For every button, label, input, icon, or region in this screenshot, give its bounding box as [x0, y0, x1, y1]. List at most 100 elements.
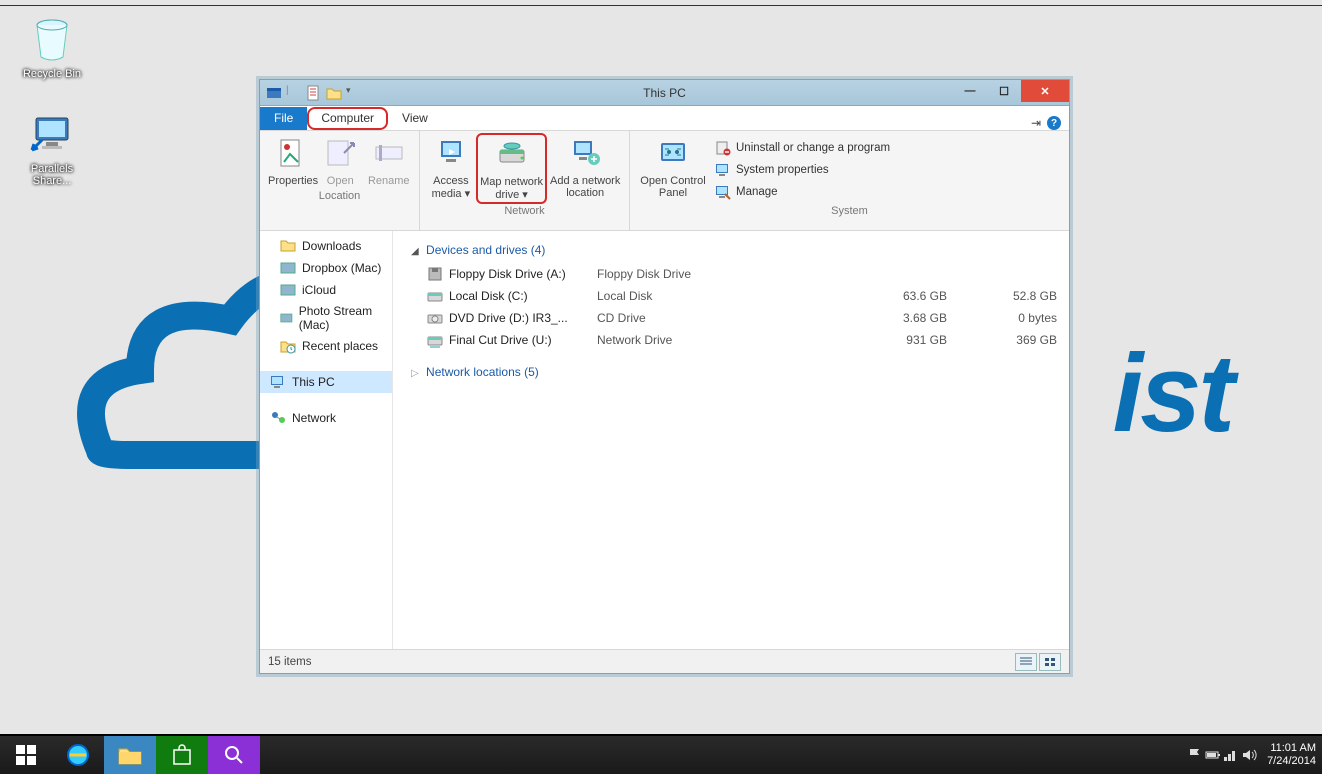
- taskbar-ie[interactable]: [52, 736, 104, 774]
- label: Open Control Panel: [638, 175, 708, 199]
- drive-size: 63.6 GB: [837, 289, 947, 303]
- access-media-button[interactable]: Access media ▾: [428, 135, 474, 200]
- group-devices-header[interactable]: ◢ Devices and drives (4): [405, 239, 1057, 263]
- explorer-window: | ▾ This PC — ☐ ✕ File Computer View ⇥: [259, 79, 1070, 674]
- maximize-button[interactable]: ☐: [987, 80, 1021, 102]
- label: Downloads: [302, 239, 361, 253]
- tray-volume-icon[interactable]: [1241, 747, 1257, 763]
- desktop-icon-recycle-bin[interactable]: Recycle Bin: [12, 15, 92, 80]
- taskbar-clock[interactable]: 11:01 AM 7/24/2014: [1259, 742, 1316, 768]
- recycle-bin-icon: [28, 15, 76, 63]
- tray-flag-icon[interactable]: [1187, 747, 1203, 763]
- label: Open: [318, 175, 363, 187]
- label: Rename: [367, 175, 412, 187]
- nav-this-pc[interactable]: This PC: [260, 371, 392, 393]
- folder-icon: [280, 282, 296, 298]
- nav-recent[interactable]: Recent places: [260, 335, 392, 357]
- drive-type: Local Disk: [597, 289, 837, 303]
- ribbon-group-network: Access media ▾ Map network drive ▾ Add a…: [420, 131, 630, 230]
- view-details-button[interactable]: [1015, 653, 1037, 671]
- label: Uninstall or change a program: [736, 142, 890, 154]
- clock-date: 7/24/2014: [1267, 755, 1316, 768]
- label: Photo Stream (Mac): [299, 304, 384, 332]
- open-button[interactable]: Open: [318, 135, 363, 187]
- label: Manage: [736, 186, 778, 198]
- label: Access media ▾: [428, 175, 474, 200]
- drive-row[interactable]: Local Disk (C:) Local Disk 63.6 GB 52.8 …: [405, 285, 1057, 307]
- nav-icloud[interactable]: iCloud: [260, 279, 392, 301]
- view-icons-button[interactable]: [1039, 653, 1061, 671]
- label: iCloud: [302, 283, 336, 297]
- folder-icon: [280, 260, 296, 276]
- status-bar: 15 items: [260, 649, 1069, 673]
- group-netloc-header[interactable]: ▷ Network locations (5): [405, 361, 1057, 385]
- drive-name: Local Disk (C:): [449, 289, 597, 303]
- drive-name: Floppy Disk Drive (A:): [449, 267, 597, 281]
- nav-downloads[interactable]: Downloads: [260, 235, 392, 257]
- desktop: ist Recycle Bin Parallels Share... |: [0, 0, 1322, 774]
- group-label: System: [638, 202, 1061, 217]
- item-count: 15 items: [268, 656, 311, 668]
- nav-photostream[interactable]: Photo Stream (Mac): [260, 301, 392, 335]
- close-button[interactable]: ✕: [1021, 80, 1069, 102]
- nav-network[interactable]: Network: [260, 407, 392, 429]
- monitor-icon: [28, 110, 76, 158]
- this-pc-icon: [270, 374, 286, 390]
- manage-button[interactable]: Manage: [712, 182, 893, 202]
- group-label: Location: [268, 187, 411, 202]
- minimize-button[interactable]: —: [953, 80, 987, 102]
- group-label: Network: [428, 202, 621, 217]
- dvd-icon: [427, 310, 443, 326]
- search-icon: [223, 744, 245, 766]
- collapse-arrow-icon: ◢: [411, 246, 419, 257]
- label: This PC: [292, 375, 335, 389]
- drive-type: CD Drive: [597, 311, 837, 325]
- drive-free: 369 GB: [947, 333, 1057, 347]
- network-drive-icon: [427, 332, 443, 348]
- map-network-drive-button[interactable]: Map network drive ▾: [476, 133, 548, 204]
- label: Properties: [268, 175, 314, 187]
- taskbar-explorer[interactable]: [104, 736, 156, 774]
- add-network-location-button[interactable]: Add a network location: [549, 135, 621, 199]
- floppy-icon: [427, 266, 443, 282]
- desktop-icon-parallels[interactable]: Parallels Share...: [12, 110, 92, 187]
- label: Map network drive ▾: [479, 176, 545, 201]
- minimize-ribbon-icon[interactable]: ⇥: [1031, 116, 1041, 130]
- properties-button[interactable]: Properties: [268, 135, 314, 187]
- titlebar[interactable]: | ▾ This PC — ☐ ✕: [260, 80, 1069, 106]
- folder-icon: [280, 238, 296, 254]
- ribbon-tabs: File Computer View ⇥ ?: [260, 106, 1069, 131]
- taskbar-search[interactable]: [208, 736, 260, 774]
- tab-file[interactable]: File: [260, 107, 307, 130]
- drive-name: DVD Drive (D:) IR3_...: [449, 311, 597, 325]
- drive-row[interactable]: Floppy Disk Drive (A:) Floppy Disk Drive: [405, 263, 1057, 285]
- folder-icon: [116, 741, 144, 769]
- navigation-pane: Downloads Dropbox (Mac) iCloud Photo Str…: [260, 231, 393, 649]
- nav-dropbox[interactable]: Dropbox (Mac): [260, 257, 392, 279]
- drive-type: Floppy Disk Drive: [597, 267, 837, 281]
- decor-line: [0, 5, 1322, 6]
- drive-size: 3.68 GB: [837, 311, 947, 325]
- start-button[interactable]: [0, 736, 52, 774]
- ribbon: Properties Open Rename Location: [260, 131, 1069, 231]
- drive-row[interactable]: Final Cut Drive (U:) Network Drive 931 G…: [405, 329, 1057, 351]
- expand-arrow-icon: ▷: [411, 368, 419, 379]
- tray-network-icon[interactable]: [1223, 747, 1239, 763]
- label: Add a network location: [549, 175, 621, 199]
- tab-view[interactable]: View: [388, 107, 442, 130]
- network-icon: [270, 410, 286, 426]
- rename-button[interactable]: Rename: [367, 135, 412, 187]
- taskbar-store[interactable]: [156, 736, 208, 774]
- help-icon[interactable]: ?: [1047, 116, 1061, 130]
- wallpaper-text: ist: [1113, 330, 1232, 457]
- hdd-icon: [427, 288, 443, 304]
- tray-battery-icon[interactable]: [1205, 747, 1221, 763]
- drive-row[interactable]: DVD Drive (D:) IR3_... CD Drive 3.68 GB …: [405, 307, 1057, 329]
- system-tray: 11:01 AM 7/24/2014: [1187, 742, 1322, 768]
- system-properties-button[interactable]: System properties: [712, 160, 893, 180]
- tab-computer[interactable]: Computer: [307, 107, 388, 130]
- label: System properties: [736, 164, 829, 176]
- uninstall-program-button[interactable]: Uninstall or change a program: [712, 138, 893, 158]
- drive-free: 52.8 GB: [947, 289, 1057, 303]
- open-control-panel-button[interactable]: Open Control Panel: [638, 135, 708, 199]
